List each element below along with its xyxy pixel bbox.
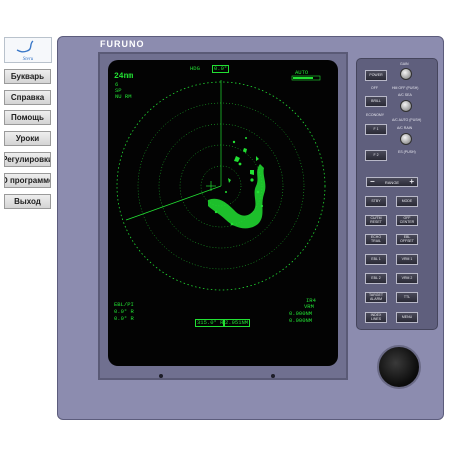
echo-trail-button[interactable]: ECHO TRAIL (365, 234, 387, 245)
cursor-bearing: 315.0° R (195, 319, 226, 327)
f1-button[interactable]: F 1 (365, 124, 387, 135)
sidebar-item-help[interactable]: Помощь (4, 110, 51, 125)
radar-echoes (208, 137, 266, 229)
economy-label: ECONOMY (366, 113, 385, 117)
cursor-range: 2.951NM (223, 319, 251, 327)
mode-readout: NU RM (115, 93, 132, 100)
vrm1-button[interactable]: VRM 1 (396, 254, 418, 265)
sidebar-item-lessons[interactable]: Уроки (4, 131, 51, 146)
menu-button[interactable]: MENU (396, 312, 418, 323)
target-alarm-button[interactable]: TARGET ALARM (365, 292, 387, 303)
sidebar-item-primer[interactable]: Букварь (4, 69, 51, 84)
f2-button[interactable]: F 2 (365, 150, 387, 161)
screw-left (159, 374, 163, 378)
range-label: RANGE (384, 179, 400, 185)
ac-rain-knob[interactable] (400, 133, 412, 145)
logo-text: Steru (23, 57, 34, 62)
range-plus-button[interactable]: + (409, 178, 414, 186)
sidebar-item-label: Выход (14, 197, 41, 206)
sidebar-item-label: О программе (4, 176, 51, 185)
ttl-button[interactable]: TTL (396, 292, 418, 303)
ac-sea-knob[interactable] (400, 100, 412, 112)
hdg-label: HDG (190, 65, 200, 72)
gain-label: GAIN (400, 62, 409, 66)
sidebar-item-label: Помощь (11, 113, 44, 122)
ac-rain-label: A/C RAIN (397, 126, 413, 130)
index-lines-button[interactable]: INDEX LINES (365, 312, 387, 323)
ac-auto-label: A/C AUTO (PUSH) (392, 118, 422, 122)
vrm-value-2: 0.000NM (289, 317, 313, 324)
range-readout: 24nm (114, 72, 134, 81)
sidebar-item-label: Справка (10, 93, 45, 102)
screw-right (271, 374, 275, 378)
off-center-button[interactable]: OFF CENTER (396, 215, 418, 226)
sidebar-item-label: Букварь (10, 72, 45, 81)
es-label: ES (PUSH) (398, 150, 416, 154)
sidebar-item-about[interactable]: О программе (4, 173, 51, 188)
ebl-value-2: 0.0° R (114, 315, 134, 322)
sidebar-item-label: Уроки (15, 134, 40, 143)
stby-button[interactable]: STBY (365, 196, 387, 207)
cursor-reset-button[interactable]: CU/TM RESET (365, 215, 387, 226)
app-logo: Steru (4, 37, 52, 63)
sidebar-item-label: Регулировки (4, 155, 51, 164)
range-minus-button[interactable]: − (370, 178, 375, 186)
vrm2-button[interactable]: VRM 2 (396, 273, 418, 284)
trackball[interactable] (377, 345, 421, 389)
power-button[interactable]: POWER (365, 70, 387, 81)
ebl1-button[interactable]: EBL 1 (365, 254, 387, 265)
hdg-value: 0.0° (212, 65, 230, 73)
ebl2-button[interactable]: EBL 2 (365, 273, 387, 284)
hm-off-label: HM OFF (PUSH) (392, 86, 419, 90)
mode-button[interactable]: MODE (396, 196, 418, 207)
sidebar-item-reference[interactable]: Справка (4, 90, 51, 105)
off-label: OFF (371, 86, 378, 90)
ebl-offset-button[interactable]: EBL OFFSET (396, 234, 418, 245)
sidebar-item-adjustments[interactable]: Регулировки (4, 152, 51, 167)
auto-label: AUTO (295, 69, 309, 76)
gain-bar-fill (293, 77, 313, 79)
brand-label: FURUNO (100, 39, 145, 49)
radar-screen[interactable]: 24nm 6 SP NU RM HDG 0.0° AUTO EBL/PI 0.0… (108, 60, 338, 366)
brill-button[interactable]: BRILL (365, 96, 387, 107)
range-rocker[interactable]: − RANGE + (366, 177, 418, 187)
gain-knob[interactable] (400, 68, 412, 80)
ac-sea-label: A/C SEA (398, 93, 412, 97)
ebl-line (125, 185, 222, 221)
wave-logo-icon: Steru (16, 40, 34, 62)
sidebar-item-exit[interactable]: Выход (4, 194, 51, 209)
